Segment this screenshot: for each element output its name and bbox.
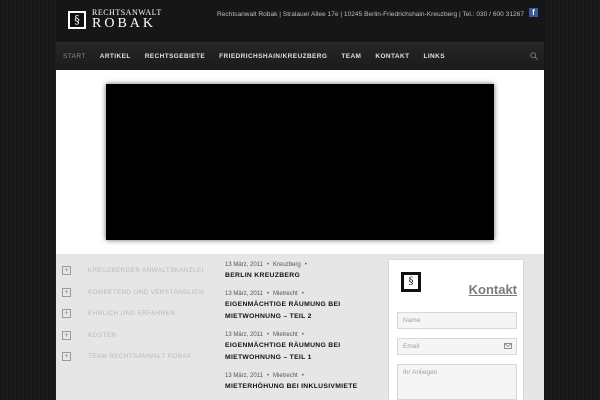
- feature-label: TEAM RECHTSANWALT ROBAK: [88, 353, 192, 361]
- article-meta: 13 März, 2011 • Mietrecht •: [225, 373, 304, 379]
- plus-icon: +: [62, 309, 71, 319]
- feature-label: KREUZBERGER ANWALTSKANZLEI: [88, 267, 204, 275]
- main-nav: START ARTIKEL RECHTSGEBIETE FRIEDRICHSHA…: [56, 42, 544, 70]
- logo-wordmark: RECHTSANWALT ROBAK: [92, 8, 162, 31]
- article-date: 13 März, 2011: [225, 262, 263, 268]
- paragraph-logo-icon: §: [68, 10, 86, 29]
- side-pattern-left: [0, 0, 56, 400]
- plus-icon: +: [62, 330, 71, 340]
- article-meta: 13 März, 2011 • Mietrecht •: [225, 291, 304, 297]
- article-item: 13 März, 2011 • Mietrecht • EIGENMÄCHTIGE R…: [225, 289, 375, 323]
- email-placeholder: Email: [403, 343, 420, 350]
- article-title[interactable]: MIETERHÖHUNG BEI INKLUSIVMIETE: [225, 381, 375, 393]
- list-item[interactable]: + KOSTEN: [62, 325, 212, 347]
- list-item[interactable]: + TEAM RECHTSANWALT ROBAK: [62, 346, 212, 368]
- content-panel: + KREUZBERGER ANWALTSKANZLEI + KOMPETEND…: [56, 248, 544, 400]
- article-date: 13 März, 2011: [225, 291, 263, 297]
- article-list: 13 März, 2011 • Kreuzberg • BERLIN KREUZBER…: [225, 260, 375, 400]
- email-field[interactable]: Email: [397, 338, 517, 355]
- article-title[interactable]: EIGENMÄCHTIGE RÄUMUNG BEI MIETWOHNUNG – …: [225, 299, 375, 323]
- envelope-icon: [504, 343, 512, 349]
- feature-label: KOMPETEND UND VERSTÄNDLICH: [88, 288, 205, 296]
- contact-form: § Kontakt Name Email Ihr Anliegen: [389, 260, 523, 400]
- feature-list: + KREUZBERGER ANWALTSKANZLEI + KOMPETEND…: [62, 260, 212, 368]
- list-item[interactable]: + KOMPETEND UND VERSTÄNDLICH: [62, 282, 212, 304]
- message-field[interactable]: Ihr Anliegen: [397, 364, 517, 400]
- article-category[interactable]: Kreuzberg: [273, 262, 301, 268]
- article-category[interactable]: Mietrecht: [273, 373, 298, 379]
- article-title[interactable]: EIGENMÄCHTIGE RÄUMUNG BEI MIETWOHNUNG – …: [225, 340, 375, 364]
- article-category[interactable]: Mietrecht: [273, 291, 298, 297]
- article-category[interactable]: Mietrecht: [273, 332, 298, 338]
- header-contact-info: Rechtsanwalt Robak | Stralauer Allee 17e…: [216, 11, 524, 18]
- name-field[interactable]: Name: [397, 312, 517, 329]
- article-item: 13 März, 2011 • Mietrecht • EIGENMÄCHTIGE R…: [225, 330, 375, 364]
- video-player[interactable]: [106, 84, 494, 240]
- article-date: 13 März, 2011: [225, 373, 263, 379]
- article-meta: 13 März, 2011 • Kreuzberg •: [225, 262, 307, 268]
- plus-icon: +: [62, 287, 71, 297]
- article-date: 13 März, 2011: [225, 332, 263, 338]
- site-header: § RECHTSANWALT ROBAK Rechtsanwalt Robak …: [56, 0, 544, 42]
- logo-line2: ROBAK: [92, 16, 157, 31]
- list-item[interactable]: + KREUZBERGER ANWALTSKANZLEI: [62, 260, 212, 282]
- hero-section: [56, 70, 544, 248]
- paragraph-logo-icon: §: [401, 272, 421, 292]
- site-logo[interactable]: § RECHTSANWALT ROBAK: [68, 8, 162, 31]
- panel-divider: [56, 248, 544, 254]
- feature-label: EHRLICH UND ERFAHREN: [88, 310, 176, 318]
- plus-icon: +: [62, 352, 71, 362]
- nav-item-links[interactable]: LINKS: [416, 43, 452, 71]
- article-item: 13 März, 2011 • Kreuzberg • BERLIN KREUZBER…: [225, 260, 375, 282]
- nav-item-kontakt[interactable]: KONTAKT: [368, 43, 416, 71]
- nav-item-start[interactable]: START: [56, 43, 93, 71]
- nav-item-artikel[interactable]: ARTIKEL: [93, 43, 138, 71]
- article-item: 13 März, 2011 • Mietrecht • MIETERHÖHUNG BE…: [225, 371, 375, 393]
- list-item[interactable]: + EHRLICH UND ERFAHREN: [62, 303, 212, 325]
- nav-item-rechtsgebiete[interactable]: RECHTSGEBIETE: [138, 43, 212, 71]
- article-meta: 13 März, 2011 • Mietrecht •: [225, 332, 304, 338]
- contact-title[interactable]: Kontakt: [469, 282, 517, 297]
- facebook-icon[interactable]: f: [529, 8, 538, 17]
- nav-item-team[interactable]: TEAM: [334, 43, 368, 71]
- plus-icon: +: [62, 266, 71, 276]
- article-title[interactable]: BERLIN KREUZBERG: [225, 270, 375, 282]
- nav-item-friedrichshain-kreuzberg[interactable]: FRIEDRICHSHAIN/KREUZBERG: [212, 43, 334, 71]
- search-icon[interactable]: [530, 52, 538, 60]
- feature-label: KOSTEN: [88, 331, 117, 339]
- side-pattern-right: [544, 0, 600, 400]
